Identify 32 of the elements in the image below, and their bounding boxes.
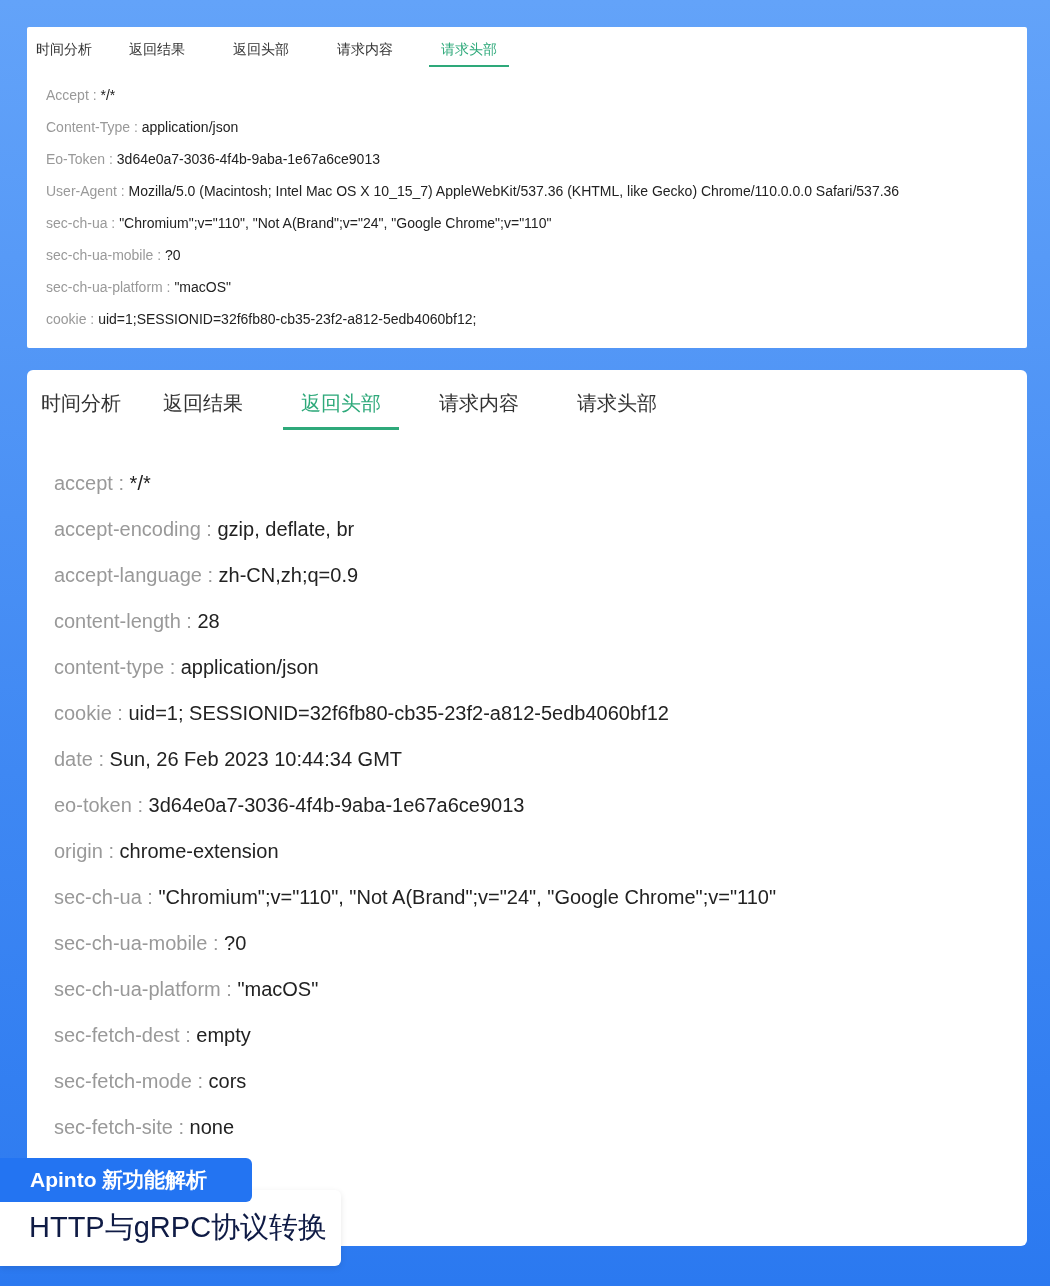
banner-tag: Apinto 新功能解析 bbox=[0, 1158, 252, 1202]
header-row-text: sec-ch-ua : "Chromium";v="110", "Not A(Brand";v="24", "Google Chrome";v="110" bbox=[54, 885, 777, 910]
tab[interactable]: 时间分析 bbox=[35, 33, 93, 67]
header-row-text: cookie : uid=1; SESSIONID=32f6fb80-cb35-23f2-a812-5edb4060bf12 bbox=[54, 701, 670, 726]
tab[interactable]: 请求内容 bbox=[325, 33, 405, 67]
header-row-text: sec-ch-ua : "Chromium";v="110", "Not A(Brand";v="24", "Google Chrome";v="110" bbox=[46, 215, 553, 232]
header-row-text: content-type : application/json bbox=[54, 655, 320, 680]
tab[interactable]: 返回结果 bbox=[117, 33, 197, 67]
header-row-text: content-length : 28 bbox=[54, 609, 221, 634]
header-row-text: sec-ch-ua-mobile : ?0 bbox=[46, 247, 182, 264]
header-row-text: Accept : */* bbox=[46, 87, 117, 104]
header-row-text: origin : chrome-extension bbox=[54, 839, 280, 864]
header-row-text: sec-ch-ua-platform : "macOS" bbox=[54, 977, 320, 1002]
tab[interactable]: 返回头部 bbox=[221, 33, 301, 67]
header-row-text: sec-ch-ua-mobile : ?0 bbox=[54, 931, 248, 956]
header-row-text: User-Agent : Mozilla/5.0 (Macintosh; Intel Mac OS X 10_15_7) AppleWebKit/537.36 (KHTML, like Gecko) Chrome/110.0.0.0 Safari/537.36 bbox=[46, 183, 901, 200]
header-row-text: accept-language : zh-CN,zh;q=0.9 bbox=[54, 563, 360, 588]
header-row-text: Content-Type : application/json bbox=[46, 119, 240, 136]
tab[interactable]: 请求头部 bbox=[559, 378, 675, 430]
header-row-text: Eo-Token : 3d64e0a7-3036-4f4b-9aba-1e67a6ce9013 bbox=[46, 151, 381, 168]
header-row-text: sec-ch-ua-platform : "macOS" bbox=[46, 279, 232, 296]
tab[interactable]: 返回结果 bbox=[145, 378, 261, 430]
header-row-text: sec-fetch-mode : cors bbox=[54, 1069, 248, 1094]
header-row-text: cookie : uid=1;SESSIONID=32f6fb80-cb35-23f2-a812-5edb4060bf12; bbox=[46, 311, 478, 328]
header-row-text: accept : */* bbox=[54, 471, 152, 496]
header-row-text: accept-encoding : gzip, deflate, br bbox=[54, 517, 356, 542]
header-row-text: date : Sun, 26 Feb 2023 10:44:34 GMT bbox=[54, 747, 404, 772]
tab[interactable]: 请求内容 bbox=[421, 378, 537, 430]
header-row-text: sec-fetch-dest : empty bbox=[54, 1023, 252, 1048]
header-row-text: eo-token : 3d64e0a7-3036-4f4b-9aba-1e67a6ce9013 bbox=[54, 793, 526, 818]
tab[interactable]: 时间分析 bbox=[39, 378, 123, 430]
header-row-text: sec-fetch-site : none bbox=[54, 1115, 236, 1140]
